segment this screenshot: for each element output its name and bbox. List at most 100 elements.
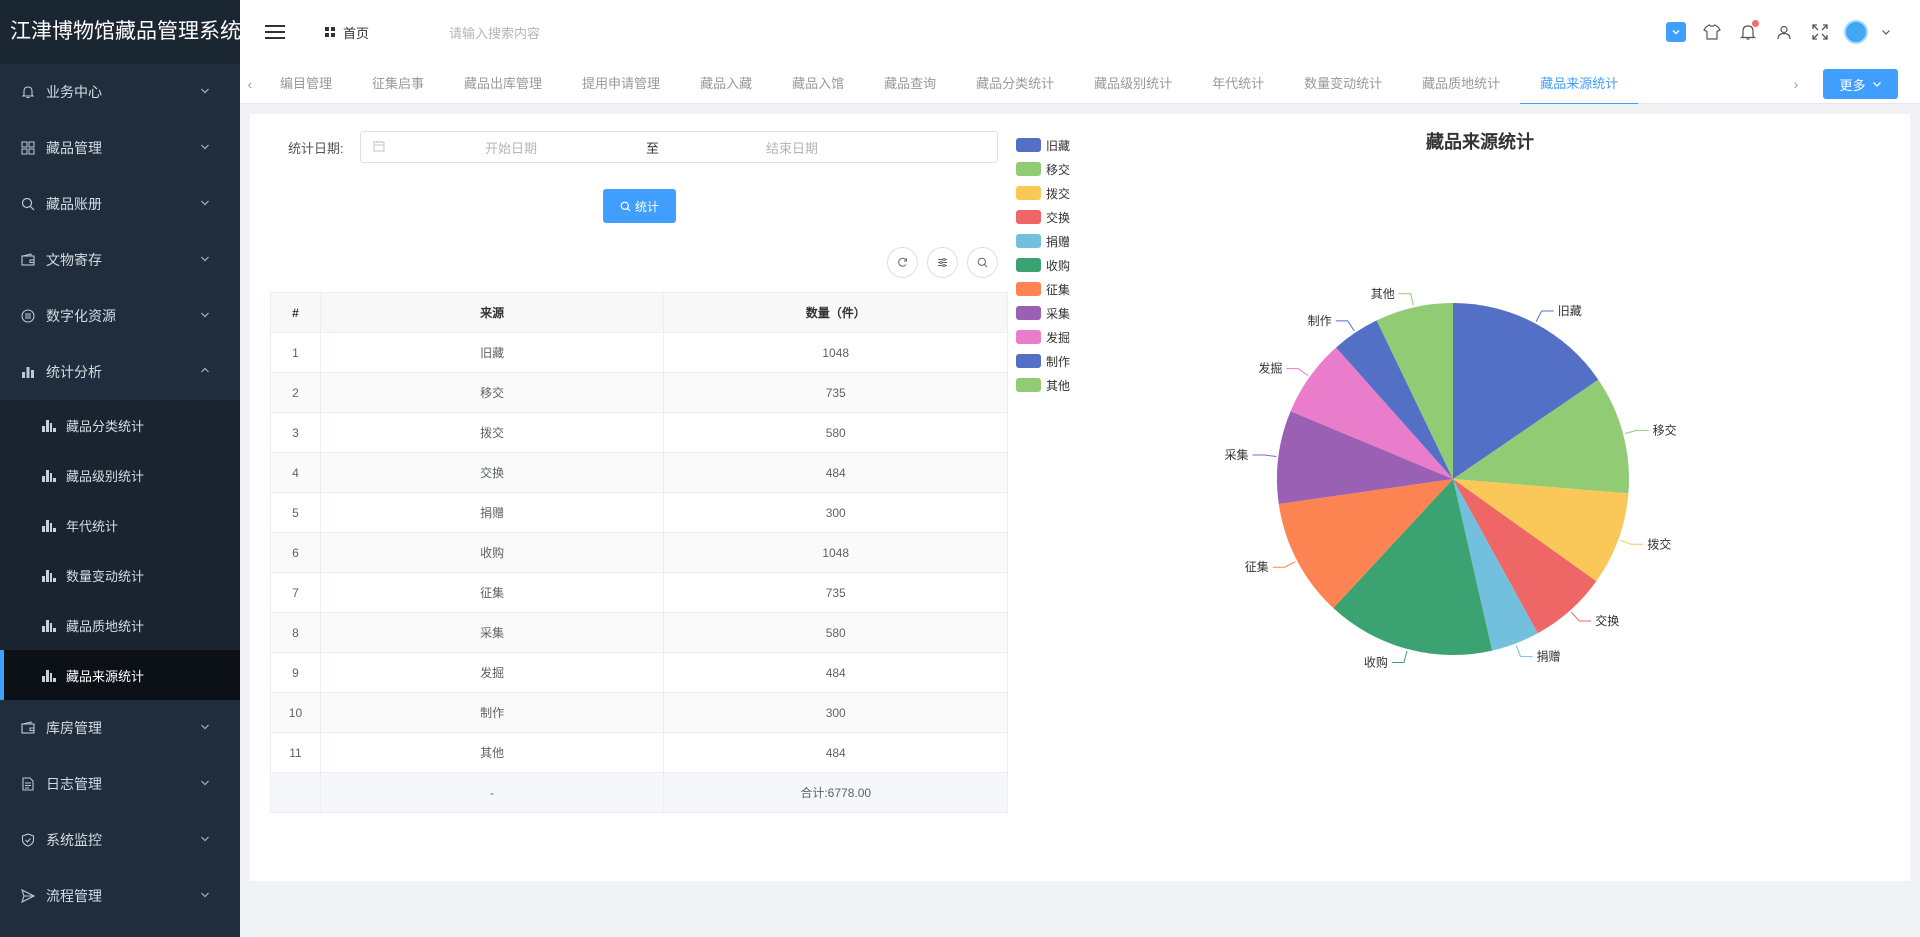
sidebar-item-1[interactable]: 藏品管理 (0, 120, 240, 176)
search-input[interactable]: 请输入搜索内容 (449, 23, 540, 42)
legend-item[interactable]: 发掘 (1016, 325, 1070, 349)
content-card: 统计日期: 开始日期 至 结束日期 统计 # 来源 数量（件） 1 旧藏 1048 2 移交… (250, 114, 1910, 881)
bar-chart-icon (42, 668, 56, 682)
submenu-item-label: 年代统计 (66, 518, 119, 534)
tab-item[interactable]: 年代统计 (1192, 64, 1284, 104)
table-cell: 交换 (319, 452, 665, 493)
submenu-item-3[interactable]: 数量变动统计 (0, 550, 240, 600)
sidebar-item-7[interactable]: 日志管理 (0, 756, 240, 812)
legend-label: 捐赠 (1046, 234, 1071, 249)
end-date-input[interactable]: 结束日期 (766, 138, 818, 157)
sidebar-item-9[interactable]: 流程管理 (0, 868, 240, 924)
table-row: 4 交换 484 (270, 452, 1008, 493)
legend-item[interactable]: 制作 (1016, 349, 1070, 373)
tab-item[interactable]: 藏品级别统计 (1074, 64, 1192, 104)
columns-settings-icon[interactable] (927, 247, 958, 278)
sidebar-item-label: 业务中心 (46, 84, 102, 100)
tab-item[interactable]: 藏品查询 (864, 64, 956, 104)
legend-item[interactable]: 收购 (1016, 253, 1070, 277)
tab-item[interactable]: 藏品质地统计 (1402, 64, 1520, 104)
date-range-picker[interactable]: 开始日期 至 结束日期 (360, 131, 998, 163)
table-cell: 拨交 (319, 412, 665, 453)
legend-swatch (1016, 234, 1041, 248)
chevron-down-icon (200, 722, 210, 735)
fullscreen-icon[interactable] (1802, 14, 1838, 50)
summary-cell: - (319, 772, 665, 813)
notification-dot (1752, 20, 1759, 27)
toggle-search-icon[interactable] (967, 247, 998, 278)
legend-item[interactable]: 征集 (1016, 277, 1070, 301)
pie-slice-label: 其他 (1371, 287, 1395, 301)
sidebar-item-5[interactable]: 统计分析 (0, 344, 240, 400)
legend-swatch (1016, 186, 1041, 200)
hamburger-icon[interactable] (265, 25, 285, 39)
tab-item[interactable]: 藏品分类统计 (956, 64, 1074, 104)
legend-item[interactable]: 拨交 (1016, 181, 1070, 205)
tab-item[interactable]: 编目管理 (260, 64, 352, 104)
table-cell: 2 (270, 372, 321, 413)
tags-view: ‹ 编目管理 征集启事 藏品出库管理 提用申请管理 藏品入藏 藏品入馆 藏品查询 藏品分类统计… (240, 64, 1920, 104)
sidebar-item-label: 流程管理 (46, 888, 102, 904)
avatar-dropdown-chevron-icon[interactable] (1874, 14, 1898, 50)
send-icon (20, 888, 36, 904)
tabs-scroll-left-icon[interactable]: ‹ (240, 64, 260, 104)
document-icon (20, 776, 36, 792)
table-cell: 7 (270, 572, 321, 613)
pie-label-line (1272, 561, 1296, 568)
legend-item[interactable]: 采集 (1016, 301, 1070, 325)
sidebar-item-4[interactable]: 数字化资源 (0, 288, 240, 344)
tab-item[interactable]: 数量变动统计 (1284, 64, 1402, 104)
avatar[interactable] (1838, 14, 1874, 50)
chevron-down-icon (200, 142, 210, 155)
tab-item[interactable]: 提用申请管理 (562, 64, 680, 104)
tab-item[interactable]: 藏品入馆 (772, 64, 864, 104)
table-cell: 484 (663, 652, 1008, 693)
table-cell: 10 (270, 692, 321, 733)
submenu-item-4[interactable]: 藏品质地统计 (0, 600, 240, 650)
submenu-statistics: 藏品分类统计 藏品级别统计年代统计数量变动统计 藏品质地统计 藏品来源统计 (0, 400, 240, 700)
tab-item[interactable]: 藏品来源统计 (1520, 64, 1639, 104)
home-link[interactable]: 首页 (325, 23, 369, 42)
table-cell: 300 (663, 692, 1008, 733)
statistics-button-label: 统计 (634, 199, 659, 214)
user-icon[interactable] (1766, 14, 1802, 50)
sidebar-item-8[interactable]: 系统监控 (0, 812, 240, 868)
legend-item[interactable]: 捐赠 (1016, 229, 1070, 253)
more-tabs-button[interactable]: 更多 (1823, 69, 1898, 99)
table-cell: 1048 (663, 332, 1008, 373)
sidebar-item-0[interactable]: 业务中心 (0, 64, 240, 120)
sidebar-item-2[interactable]: 藏品账册 (0, 176, 240, 232)
layout-select-button[interactable] (1658, 14, 1694, 50)
table-cell: 5 (270, 492, 321, 533)
table-cell: 9 (270, 652, 321, 693)
start-date-input[interactable]: 开始日期 (485, 138, 537, 157)
table-cell: 采集 (319, 612, 665, 653)
table-row: 5 捐赠 300 (270, 492, 1008, 533)
legend-label: 交换 (1046, 210, 1071, 225)
notification-bell-icon[interactable] (1730, 14, 1766, 50)
refresh-icon[interactable] (887, 247, 918, 278)
statistics-button[interactable]: 统计 (603, 189, 676, 223)
pie-slice-label: 交换 (1595, 613, 1619, 628)
table-cell: 发掘 (319, 652, 665, 693)
submenu-item-5[interactable]: 藏品来源统计 (0, 650, 240, 700)
submenu-item-1[interactable]: 藏品级别统计 (0, 450, 240, 500)
table-row: 9 发掘 484 (270, 652, 1008, 693)
tab-item[interactable]: 藏品出库管理 (444, 64, 562, 104)
sidebar-item-3[interactable]: 文物寄存 (0, 232, 240, 288)
legend-item[interactable]: 移交 (1016, 157, 1070, 181)
submenu-item-0[interactable]: 藏品分类统计 (0, 400, 240, 450)
grid-icon (325, 27, 335, 37)
tabs-scroll-right-icon[interactable]: › (1786, 64, 1806, 104)
submenu-item-2[interactable]: 年代统计 (0, 500, 240, 550)
search-icon (20, 196, 36, 212)
legend-item[interactable]: 其他 (1016, 373, 1070, 397)
legend-item[interactable]: 旧藏 (1016, 133, 1070, 157)
tab-item[interactable]: 征集启事 (352, 64, 444, 104)
sidebar-item-6[interactable]: 库房管理 (0, 700, 240, 756)
tab-item[interactable]: 藏品入藏 (680, 64, 772, 104)
theme-shirt-icon[interactable] (1694, 14, 1730, 50)
legend-item[interactable]: 交换 (1016, 205, 1070, 229)
legend-label: 征集 (1046, 282, 1071, 297)
pie-label-line (1391, 650, 1408, 664)
